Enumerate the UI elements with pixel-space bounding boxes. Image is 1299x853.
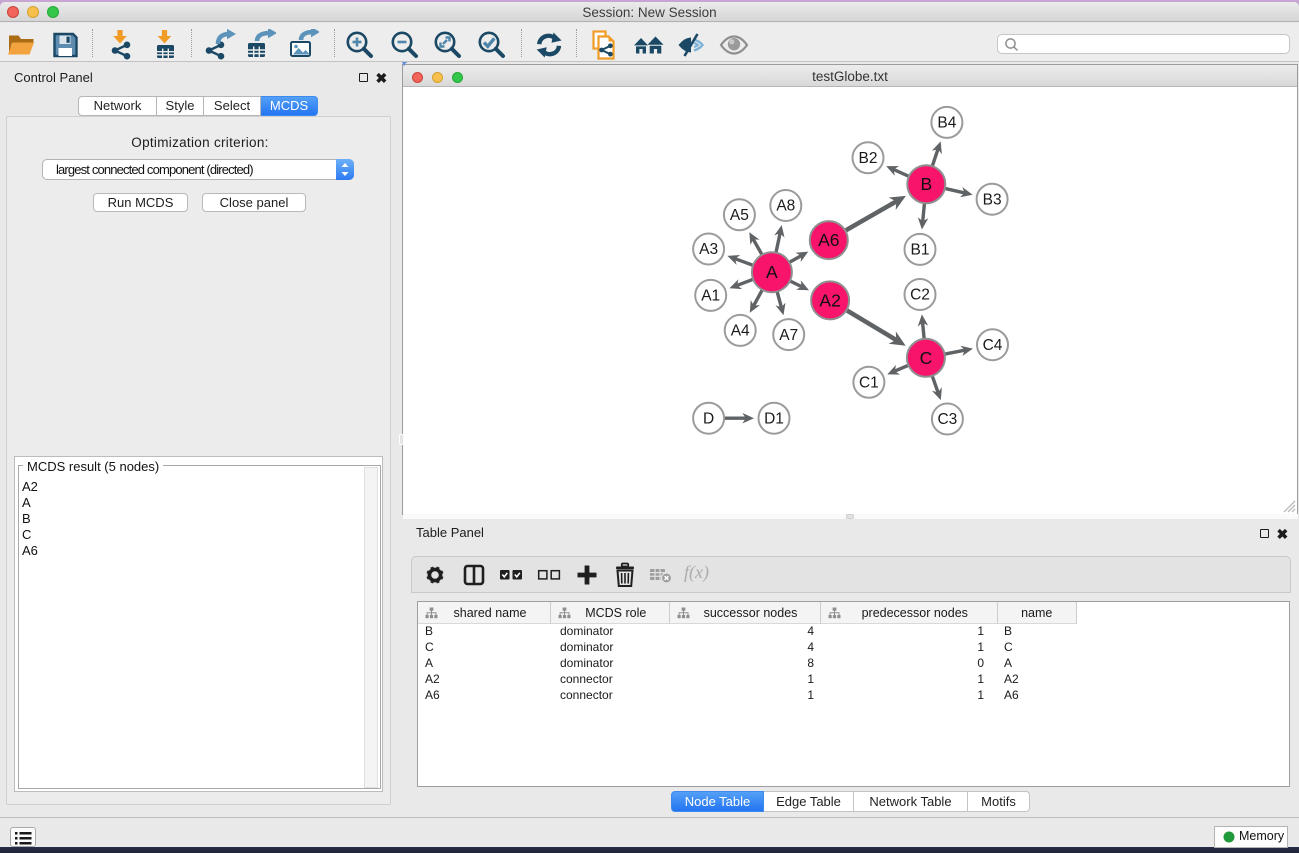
svg-text:B3: B3 <box>983 191 1002 208</box>
svg-text:A8: A8 <box>776 198 795 215</box>
svg-text:C1: C1 <box>859 375 879 392</box>
svg-text:D: D <box>703 410 714 427</box>
svg-text:A4: A4 <box>731 323 750 340</box>
svg-text:C3: C3 <box>937 411 957 428</box>
svg-text:B: B <box>920 174 932 194</box>
svg-text:B1: B1 <box>911 242 930 259</box>
svg-text:A3: A3 <box>699 241 718 258</box>
svg-text:D1: D1 <box>764 410 784 427</box>
svg-text:A5: A5 <box>730 207 749 224</box>
svg-text:A2: A2 <box>819 290 840 310</box>
svg-text:A1: A1 <box>701 288 720 305</box>
svg-text:C4: C4 <box>983 337 1003 354</box>
svg-text:A6: A6 <box>818 230 839 250</box>
svg-text:C: C <box>920 348 933 368</box>
svg-text:A: A <box>766 262 778 282</box>
svg-text:B4: B4 <box>937 115 956 132</box>
svg-text:B2: B2 <box>859 150 878 167</box>
svg-text:A7: A7 <box>779 327 798 344</box>
svg-text:C2: C2 <box>910 287 930 304</box>
